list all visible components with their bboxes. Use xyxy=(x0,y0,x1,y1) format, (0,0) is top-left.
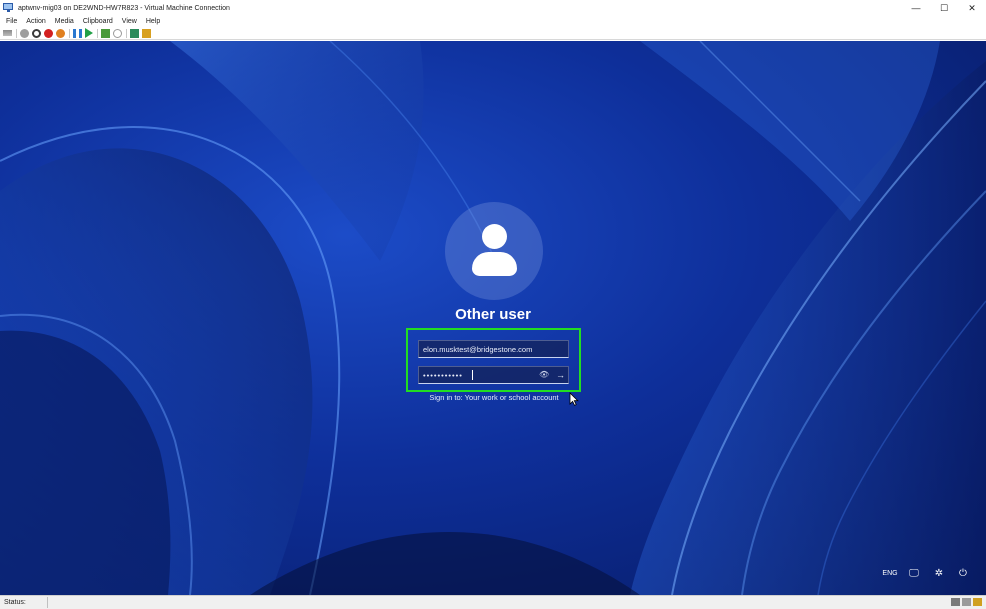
ctrl-alt-del-icon[interactable] xyxy=(3,30,12,36)
text-caret xyxy=(472,370,473,380)
password-input[interactable] xyxy=(419,367,534,383)
revert-icon[interactable] xyxy=(113,28,122,38)
status-running-label: Status: Running xyxy=(0,597,48,608)
turn-off-icon[interactable] xyxy=(32,28,41,38)
user-head-icon xyxy=(482,224,507,249)
maximize-button[interactable]: ☐ xyxy=(930,0,958,16)
status-bar: Status: Running xyxy=(0,595,986,609)
shutdown-icon[interactable] xyxy=(44,28,53,38)
start-icon[interactable] xyxy=(20,28,29,38)
close-button[interactable]: ✕ xyxy=(958,0,986,16)
accessibility-icon[interactable]: ✲ xyxy=(932,566,946,580)
submit-arrow-button[interactable]: → xyxy=(553,368,568,382)
menu-action[interactable]: Action xyxy=(26,18,45,25)
window-titlebar: aptwnv-mig03 on DE2WND-HW7R823 - Virtual… xyxy=(0,0,986,16)
mouse-status-icon xyxy=(962,598,971,606)
toolbar-separator xyxy=(97,28,98,38)
menu-view[interactable]: View xyxy=(122,18,137,25)
keyboard-status-icon xyxy=(951,598,960,606)
language-indicator[interactable]: ENG xyxy=(880,566,900,580)
window-title: aptwnv-mig03 on DE2WND-HW7R823 - Virtual… xyxy=(18,4,230,12)
menu-clipboard[interactable]: Clipboard xyxy=(83,18,113,25)
minimize-button[interactable]: — xyxy=(902,0,930,16)
username-heading: Other user xyxy=(455,306,531,323)
toolbar xyxy=(0,27,986,40)
user-avatar xyxy=(445,202,543,300)
share-icon[interactable] xyxy=(142,28,151,38)
menu-media[interactable]: Media xyxy=(55,18,74,25)
toolbar-separator xyxy=(69,28,70,38)
email-input[interactable] xyxy=(419,341,568,357)
signin-to-label: Sign in to: Your work or school account xyxy=(429,393,559,402)
enhanced-session-icon[interactable] xyxy=(130,28,139,38)
menu-bar: File Action Media Clipboard View Help xyxy=(0,16,986,27)
password-field-container: 👁 → xyxy=(418,366,569,384)
pause-icon[interactable] xyxy=(73,28,82,38)
email-field-container xyxy=(418,340,569,358)
vm-connection-icon xyxy=(3,3,15,13)
menu-help[interactable]: Help xyxy=(146,18,160,25)
save-state-icon[interactable] xyxy=(56,28,65,38)
lock-status-icon xyxy=(973,598,982,606)
mouse-pointer-icon xyxy=(569,392,579,406)
user-body-icon xyxy=(472,252,517,276)
power-icon[interactable]: ⏻ xyxy=(956,566,970,580)
checkpoint-icon[interactable] xyxy=(101,28,110,38)
toolbar-separator xyxy=(16,28,17,38)
toolbar-separator xyxy=(126,28,127,38)
reset-icon[interactable] xyxy=(85,28,93,38)
vm-display[interactable]: Other user 👁 → Sign in to: Your work or … xyxy=(0,41,986,595)
menu-file[interactable]: File xyxy=(6,18,17,25)
display-icon[interactable]: 🖵 xyxy=(907,566,921,580)
reveal-password-eye-icon[interactable]: 👁 xyxy=(539,370,549,380)
